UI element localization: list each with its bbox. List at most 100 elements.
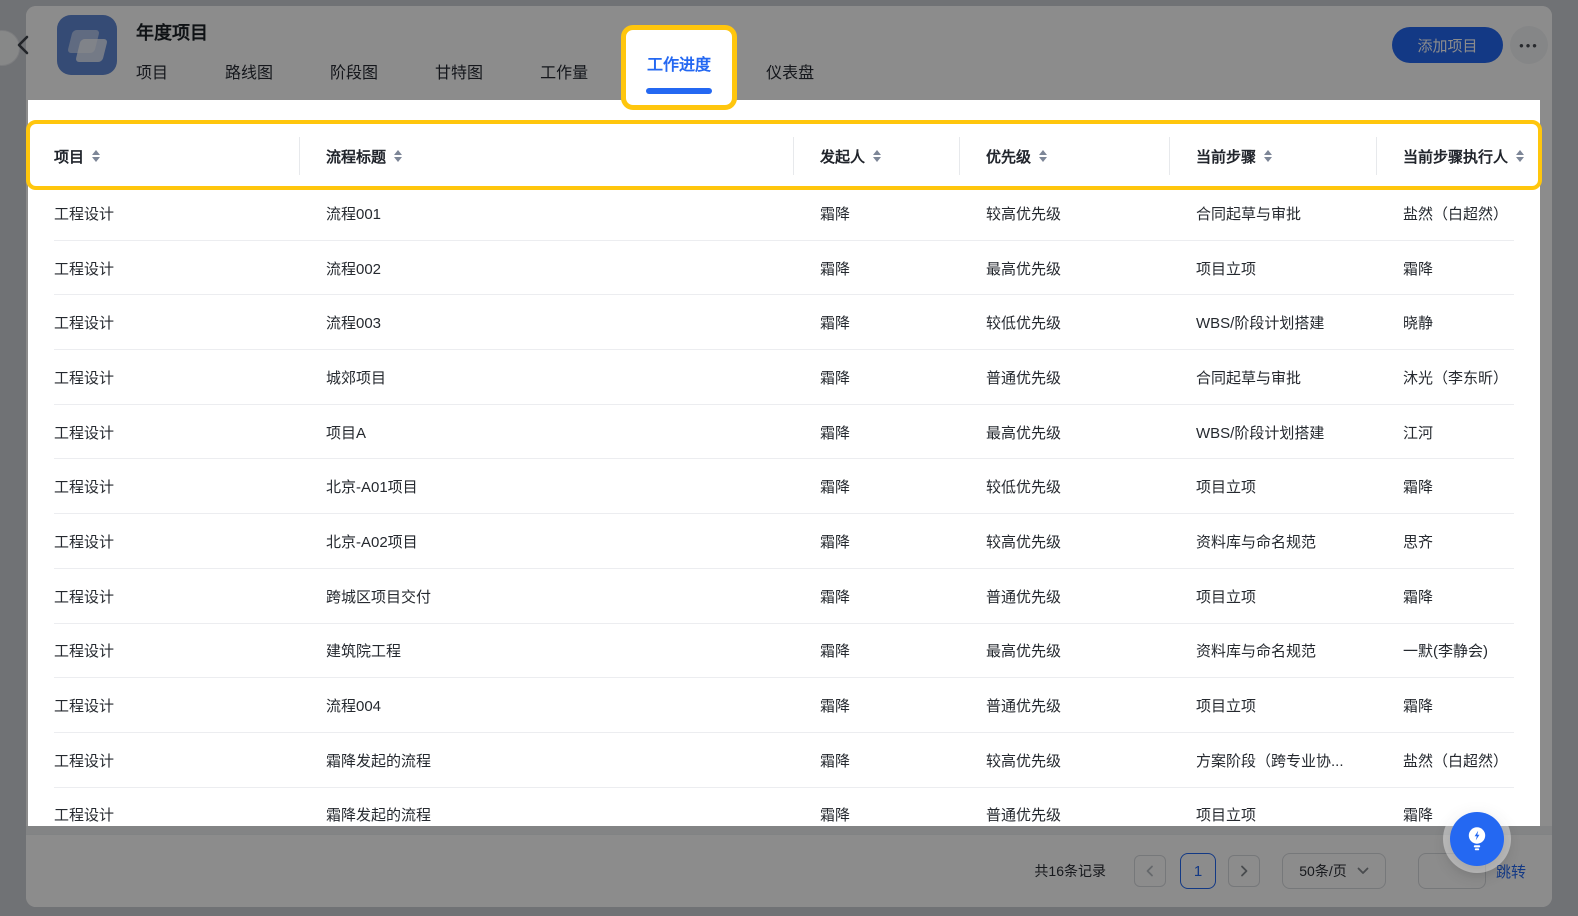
table-row[interactable]: 工程设计 建筑院工程 霜降 最高优先级 资料库与命名规范 一默(李静会) — [28, 624, 1540, 679]
table-cell: 霜降 — [1403, 698, 1434, 716]
table-cell: 霜降 — [820, 643, 851, 661]
table-cell: 晓静 — [1403, 315, 1434, 333]
tour-dim-overlay — [0, 0, 1578, 100]
sort-icon — [873, 150, 882, 162]
table-cell: 霜降 — [1403, 479, 1434, 497]
active-tab-underline — [646, 88, 712, 94]
column-header-priority[interactable]: 优先级 — [960, 126, 1170, 186]
table-cell: 最高优先级 — [986, 260, 1062, 278]
table-cell: 普通优先级 — [986, 807, 1062, 825]
table-cell: 最高优先级 — [986, 643, 1062, 661]
table-row[interactable]: 工程设计 流程004 霜降 普通优先级 项目立项 霜降 — [28, 678, 1540, 733]
table-cell: 工程设计 — [54, 205, 115, 223]
table-cell: 工程设计 — [54, 424, 115, 442]
lightbulb-icon — [1468, 827, 1486, 851]
table-cell: WBS/阶段计划搭建 — [1196, 315, 1325, 333]
table-cell: 较低优先级 — [986, 315, 1062, 333]
table-cell: 合同起草与审批 — [1196, 205, 1302, 223]
table-cell: 工程设计 — [54, 260, 115, 278]
table-cell: 普通优先级 — [986, 698, 1062, 716]
column-header-project[interactable]: 项目 — [28, 126, 300, 186]
table-cell: 霜降 — [820, 479, 851, 497]
tour-dim-overlay — [1540, 100, 1578, 826]
table-cell: 资料库与命名规范 — [1196, 643, 1317, 661]
table-cell: 工程设计 — [54, 698, 115, 716]
tour-dim-overlay — [0, 826, 1578, 916]
table-row[interactable]: 工程设计 流程002 霜降 最高优先级 项目立项 霜降 — [28, 241, 1540, 296]
table-cell: 霜降 — [1403, 588, 1434, 606]
table-cell: 霜降发起的流程 — [326, 752, 432, 770]
table-cell: 流程004 — [326, 698, 382, 716]
table-cell: 霜降 — [820, 260, 851, 278]
main-card: 年度项目 项目 路线图 阶段图 甘特图 工作量 工作进度 仪表盘 添加项目 ••… — [26, 6, 1552, 907]
table-cell: 思齐 — [1403, 533, 1434, 551]
table-row[interactable]: 工程设计 霜降发起的流程 霜降 普通优先级 项目立项 霜降 — [28, 788, 1540, 826]
table-cell: 项目立项 — [1196, 479, 1257, 497]
table-cell: 工程设计 — [54, 588, 115, 606]
table-cell: 普通优先级 — [986, 588, 1062, 606]
table-cell: 流程002 — [326, 260, 382, 278]
help-bulb-button[interactable] — [1450, 812, 1504, 866]
table-cell: 较高优先级 — [986, 205, 1062, 223]
table-row[interactable]: 工程设计 城郊项目 霜降 普通优先级 合同起草与审批 沐光（李东昕） — [28, 350, 1540, 405]
table-row[interactable]: 工程设计 项目A 霜降 最高优先级 WBS/阶段计划搭建 江河 — [28, 405, 1540, 460]
sort-icon — [1516, 150, 1525, 162]
sort-icon — [1264, 150, 1273, 162]
table-row[interactable]: 工程设计 北京-A02项目 霜降 较高优先级 资料库与命名规范 思齐 — [28, 514, 1540, 569]
column-header-current-step-executor[interactable]: 当前步骤执行人 — [1377, 126, 1540, 186]
table-cell: 霜降发起的流程 — [326, 807, 432, 825]
table-cell: 流程001 — [326, 205, 382, 223]
table-cell: 城郊项目 — [326, 369, 387, 387]
table-cell: 最高优先级 — [986, 424, 1062, 442]
table-cell: 普通优先级 — [986, 369, 1062, 387]
table-cell: 霜降 — [820, 369, 851, 387]
sort-icon — [92, 150, 101, 162]
column-header-flow-title[interactable]: 流程标题 — [300, 126, 794, 186]
table-cell: 霜降 — [820, 588, 851, 606]
table-cell: 较高优先级 — [986, 752, 1062, 770]
table-cell: 工程设计 — [54, 369, 115, 387]
table-row[interactable]: 工程设计 跨城区项目交付 霜降 普通优先级 项目立项 霜降 — [28, 569, 1540, 624]
table-cell: 较高优先级 — [986, 533, 1062, 551]
table-row[interactable]: 工程设计 霜降发起的流程 霜降 较高优先级 方案阶段（跨专业协... 盐然（白超… — [28, 733, 1540, 788]
table-cell: 盐然（白超然） — [1403, 205, 1509, 223]
table-cell: 盐然（白超然） — [1403, 752, 1509, 770]
tour-highlight-work-progress-tab[interactable]: 工作进度 — [621, 25, 737, 110]
table-cell: 霜降 — [820, 807, 851, 825]
table-cell: 霜降 — [820, 533, 851, 551]
table-cell: 霜降 — [820, 205, 851, 223]
table-cell: 一默(李静会) — [1403, 643, 1488, 661]
table-row[interactable]: 工程设计 流程003 霜降 较低优先级 WBS/阶段计划搭建 晓静 — [28, 295, 1540, 350]
table-row[interactable]: 工程设计 流程001 霜降 较高优先级 合同起草与审批 盐然（白超然） — [28, 186, 1540, 241]
table-cell: 方案阶段（跨专业协... — [1196, 752, 1344, 770]
table-cell: 工程设计 — [54, 315, 115, 333]
work-progress-table: 项目 流程标题 发起人 优先级 当前步骤 当前步骤执行人 工程设计 流程001 … — [28, 100, 1540, 826]
table-cell: 项目立项 — [1196, 698, 1257, 716]
app-window: 年度项目 项目 路线图 阶段图 甘特图 工作量 工作进度 仪表盘 添加项目 ••… — [0, 0, 1578, 916]
table-cell: 项目立项 — [1196, 260, 1257, 278]
table-cell: 工程设计 — [54, 479, 115, 497]
table-body: 工程设计 流程001 霜降 较高优先级 合同起草与审批 盐然（白超然） 工程设计… — [28, 186, 1540, 826]
column-header-initiator[interactable]: 发起人 — [794, 126, 960, 186]
table-cell: 项目立项 — [1196, 807, 1257, 825]
table-cell: 霜降 — [820, 315, 851, 333]
table-cell: 工程设计 — [54, 643, 115, 661]
table-cell: 工程设计 — [54, 752, 115, 770]
table-row[interactable]: 工程设计 北京-A01项目 霜降 较低优先级 项目立项 霜降 — [28, 459, 1540, 514]
table-cell: 合同起草与审批 — [1196, 369, 1302, 387]
sort-icon — [1039, 150, 1048, 162]
table-header-row: 项目 流程标题 发起人 优先级 当前步骤 当前步骤执行人 — [28, 126, 1540, 186]
table-cell: 项目A — [326, 424, 367, 442]
table-cell: 霜降 — [820, 752, 851, 770]
table-cell: 跨城区项目交付 — [326, 588, 432, 606]
table-cell: 工程设计 — [54, 533, 115, 551]
table-cell: WBS/阶段计划搭建 — [1196, 424, 1325, 442]
column-header-current-step[interactable]: 当前步骤 — [1170, 126, 1377, 186]
table-cell: 霜降 — [820, 698, 851, 716]
table-cell: 项目立项 — [1196, 588, 1257, 606]
table-cell: 北京-A02项目 — [326, 533, 418, 551]
tour-dim-overlay — [0, 100, 28, 826]
active-tab-label: 工作进度 — [646, 57, 711, 74]
table-cell: 流程003 — [326, 315, 382, 333]
sort-icon — [394, 150, 403, 162]
